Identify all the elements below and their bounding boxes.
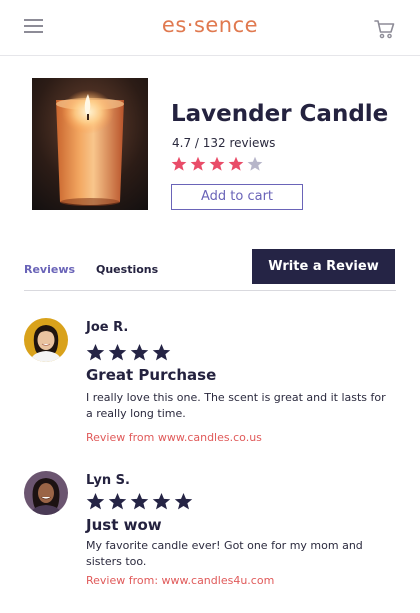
- brand-logo[interactable]: es·sence: [0, 13, 420, 37]
- shopping-cart-icon[interactable]: [374, 18, 396, 40]
- review-source-link[interactable]: Review from: www.candles4u.com: [86, 574, 274, 587]
- product-title: Lavender Candle: [171, 101, 389, 127]
- star-icon: [130, 492, 149, 510]
- tab-reviews[interactable]: Reviews: [24, 263, 75, 276]
- add-to-cart-button[interactable]: Add to cart: [171, 184, 303, 210]
- star-icon: [228, 156, 244, 171]
- star-icon: [190, 156, 206, 171]
- review-body: My favorite candle ever! Got one for my …: [86, 539, 363, 568]
- reviewer-name: Lyn S.: [86, 473, 130, 488]
- top-header: es·sence: [0, 0, 420, 56]
- star-icon: [174, 492, 193, 510]
- review-title: Great Purchase: [86, 366, 217, 384]
- review-star-rating: [86, 492, 193, 512]
- star-icon: [171, 156, 187, 171]
- star-icon: [130, 343, 149, 361]
- reviewer-avatar: [24, 318, 68, 362]
- rating-separator: /: [191, 136, 203, 150]
- review-title: Just wow: [86, 516, 162, 534]
- star-icon: [108, 343, 127, 361]
- tab-questions[interactable]: Questions: [96, 263, 158, 276]
- review-source-link[interactable]: Review from www.candles.co.us: [86, 431, 262, 444]
- star-icon: [247, 156, 263, 171]
- star-icon: [152, 343, 171, 361]
- product-star-rating: [171, 156, 263, 174]
- star-icon: [108, 492, 127, 510]
- reviewer-name: Joe R.: [86, 320, 129, 335]
- review-item: Joe R. Great Purchase I really love this…: [24, 318, 396, 448]
- product-rating-summary: 4.7 / 132 reviews: [172, 136, 275, 150]
- review-count[interactable]: 132 reviews: [203, 136, 276, 150]
- reviewer-avatar: [24, 471, 68, 515]
- review-item: Lyn S. Just wow My favorite candle ever!…: [24, 471, 396, 596]
- review-star-rating: [86, 343, 171, 363]
- star-icon: [209, 156, 225, 171]
- star-icon: [152, 492, 171, 510]
- rating-value: 4.7: [172, 136, 192, 150]
- write-review-button[interactable]: Write a Review: [252, 249, 395, 284]
- star-icon: [86, 492, 105, 510]
- product-image: [32, 78, 148, 210]
- review-body: I really love this one. The scent is gre…: [86, 391, 386, 420]
- star-icon: [86, 343, 105, 361]
- tabs-divider: [24, 290, 396, 291]
